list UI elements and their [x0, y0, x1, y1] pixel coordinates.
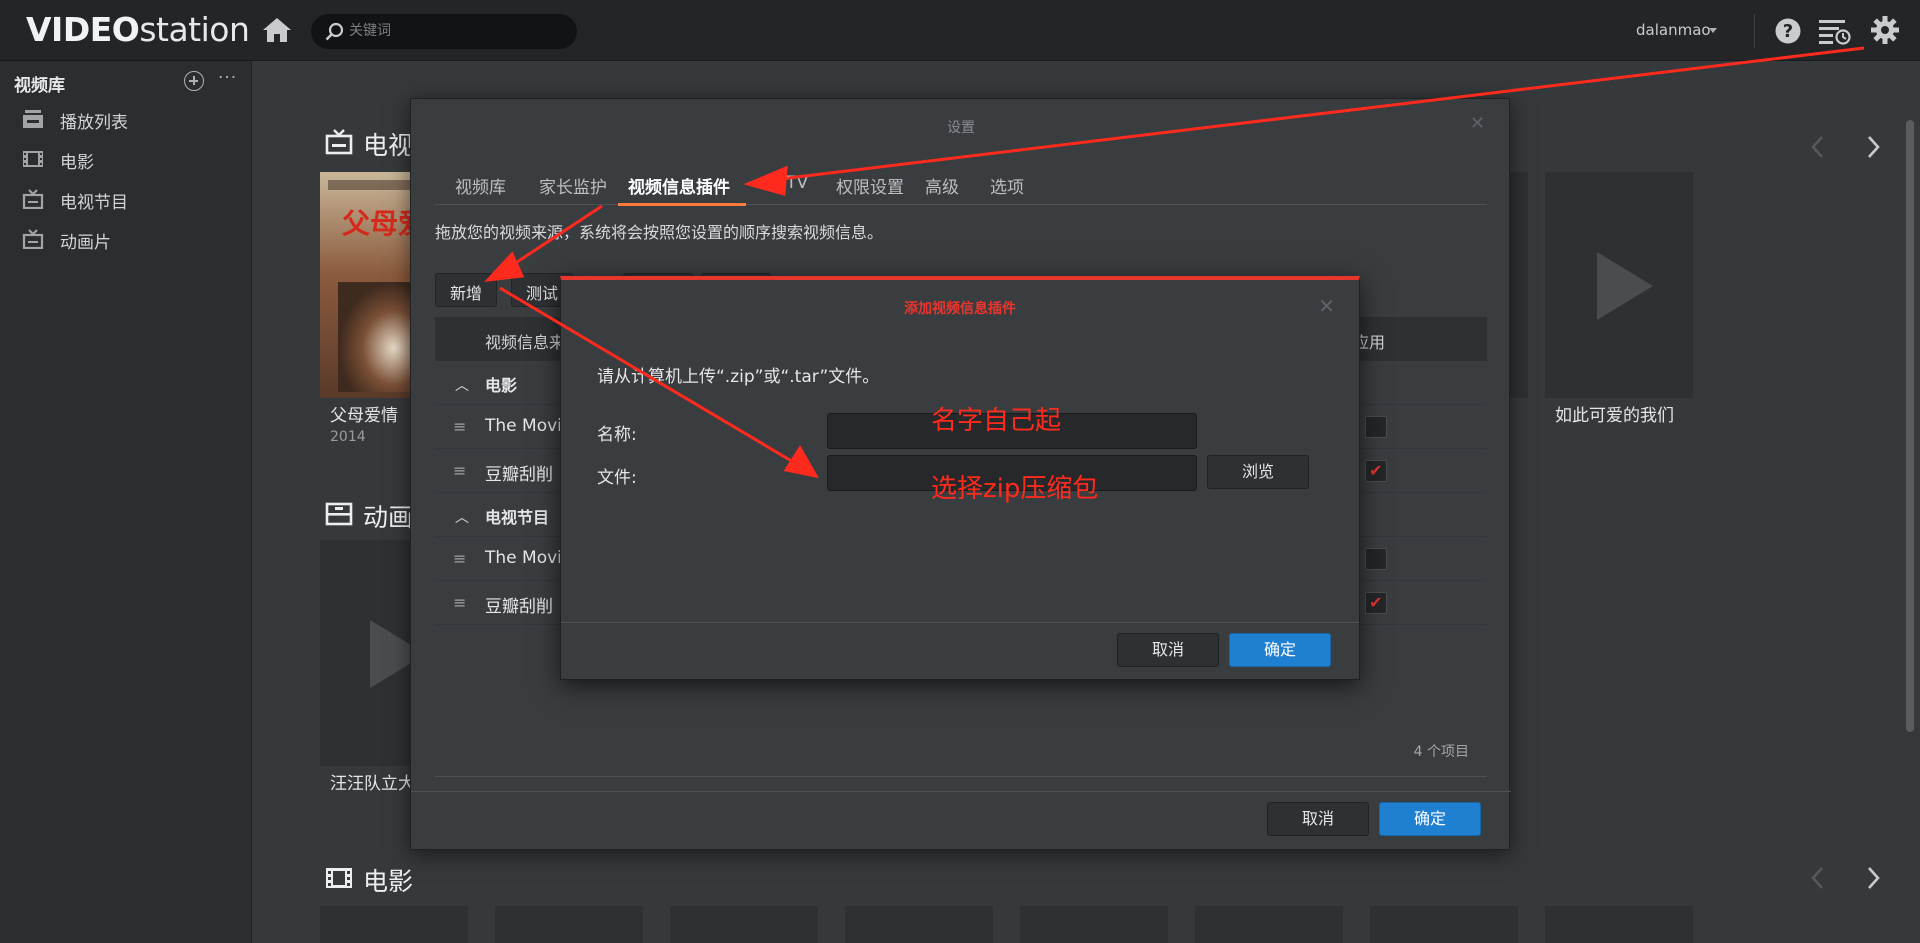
- annotation-file-hint: 选择zip压缩包: [931, 474, 1099, 504]
- user-menu[interactable]: dalanmao: [1636, 21, 1711, 39]
- apply-checkbox[interactable]: [1365, 548, 1387, 570]
- film-icon: [326, 868, 352, 888]
- poster-placeholder[interactable]: [1020, 906, 1168, 943]
- modal-footer: 取消 确定: [411, 791, 1511, 851]
- tv-icon: [22, 189, 44, 209]
- plugin-name: 豆瓣刮削: [485, 597, 553, 617]
- cancel-button[interactable]: 取消: [1267, 802, 1369, 836]
- check-icon: ✔: [1369, 593, 1383, 612]
- apply-checkbox[interactable]: [1365, 416, 1387, 438]
- sidebar-item-movies[interactable]: 电影: [0, 139, 252, 179]
- drag-handle-icon[interactable]: ≡: [453, 593, 466, 612]
- active-tab-indicator: [618, 203, 746, 206]
- chevron-left-icon[interactable]: [1808, 864, 1828, 892]
- drag-handle-icon[interactable]: ≡: [453, 549, 466, 568]
- gear-icon[interactable]: [1870, 15, 1900, 45]
- tab-metadata-plugins[interactable]: 视频信息插件: [628, 173, 730, 198]
- close-icon[interactable]: ✕: [1318, 294, 1335, 318]
- poster-placeholder[interactable]: [845, 906, 993, 943]
- sidebar-item-playlist[interactable]: 播放列表: [0, 99, 252, 139]
- tab-video-library[interactable]: 视频库: [455, 173, 506, 198]
- sidebar-item-label: 电视节目: [60, 193, 128, 213]
- browse-button[interactable]: 浏览: [1207, 455, 1309, 489]
- settings-tabs: 视频库 家长监护 视频信息插件 DTV 权限设置 高级 选项: [435, 165, 1487, 206]
- poster-placeholder[interactable]: [495, 906, 643, 943]
- drag-handle-icon[interactable]: ≡: [453, 417, 466, 436]
- plugin-name: 豆瓣刮削: [485, 465, 553, 485]
- file-label: 文件:: [597, 468, 637, 488]
- archive-icon: [325, 502, 353, 526]
- modal-description: 拖放您的视频来源，系统将会按照您设置的顺序搜索视频信息。: [435, 223, 884, 242]
- search-input[interactable]: [349, 20, 559, 42]
- group-label: 电视节目: [485, 508, 550, 527]
- item-count: 4 个项目: [1413, 744, 1469, 760]
- dialog-footer: 取消 确定: [561, 622, 1359, 680]
- chevron-down-icon[interactable]: [1709, 28, 1717, 33]
- top-bar: VIDEOstation dalanmao ?: [0, 0, 1920, 61]
- poster-placeholder[interactable]: [1545, 172, 1693, 398]
- play-icon: [1597, 252, 1653, 320]
- home-icon[interactable]: [262, 17, 292, 43]
- cancel-button[interactable]: 取消: [1117, 633, 1219, 667]
- sidebar-item-label: 动画片: [60, 233, 111, 253]
- search-icon: [325, 22, 344, 41]
- ok-button[interactable]: 确定: [1229, 633, 1331, 667]
- help-icon[interactable]: ?: [1774, 17, 1802, 45]
- section-title-tv: 电视: [363, 131, 414, 160]
- check-icon: ✔: [1369, 461, 1383, 480]
- search-box[interactable]: [311, 14, 577, 49]
- film-icon: [23, 151, 43, 167]
- svg-text:?: ?: [1783, 21, 1793, 42]
- card-title[interactable]: 汪汪队立大: [330, 769, 415, 794]
- sidebar-item-cartoons[interactable]: 动画片: [0, 219, 252, 259]
- poster-placeholder[interactable]: [1195, 906, 1343, 943]
- sidebar: 视频库 ··· 播放列表 电影 电视节目 动画片: [0, 61, 252, 943]
- more-icon[interactable]: ···: [218, 68, 237, 88]
- poster-placeholder[interactable]: [320, 906, 468, 943]
- dialog-title: 添加视频信息插件: [904, 301, 1016, 317]
- apply-checkbox[interactable]: ✔: [1365, 592, 1387, 614]
- chevron-up-icon[interactable]: ︿: [455, 507, 469, 527]
- task-queue-icon[interactable]: [1818, 17, 1852, 45]
- tab-advanced[interactable]: 高级: [925, 173, 959, 198]
- section-title-movies: 电影: [363, 867, 414, 896]
- ok-button[interactable]: 确定: [1379, 802, 1481, 836]
- card-title[interactable]: 如此可爱的我们: [1555, 401, 1674, 426]
- sidebar-title: 视频库: [14, 76, 65, 96]
- add-library-icon[interactable]: [184, 71, 204, 91]
- add-button[interactable]: 新增: [435, 273, 498, 307]
- tab-options[interactable]: 选项: [990, 173, 1024, 198]
- poster-placeholder[interactable]: [1545, 906, 1693, 943]
- sidebar-item-label: 播放列表: [60, 113, 128, 133]
- scrollbar[interactable]: [1906, 120, 1914, 732]
- tv-icon: [22, 229, 44, 249]
- tab-parental-control[interactable]: 家长监护: [539, 173, 607, 198]
- chevron-right-icon[interactable]: [1863, 864, 1883, 892]
- annotation-name-hint: 名字自己起: [931, 406, 1062, 436]
- videostation-logo[interactable]: VIDEOstation: [26, 10, 250, 49]
- divider: [1754, 14, 1755, 48]
- card-title[interactable]: 父母爱情: [330, 401, 398, 426]
- poster-placeholder[interactable]: [1370, 906, 1518, 943]
- group-label: 电影: [485, 376, 518, 395]
- close-icon[interactable]: ✕: [1470, 113, 1485, 134]
- tab-privileges[interactable]: 权限设置: [836, 173, 904, 198]
- card-year: 2014: [330, 429, 366, 445]
- chevron-up-icon[interactable]: ︿: [455, 375, 469, 395]
- playlist-icon: [23, 110, 43, 128]
- section-title-cartoons: 动画: [363, 503, 414, 532]
- apply-checkbox[interactable]: ✔: [1365, 460, 1387, 482]
- chevron-right-icon[interactable]: [1863, 133, 1883, 161]
- tv-icon: [325, 129, 353, 155]
- sidebar-item-tv-shows[interactable]: 电视节目: [0, 179, 252, 219]
- chevron-left-icon[interactable]: [1808, 133, 1828, 161]
- drag-handle-icon[interactable]: ≡: [453, 461, 466, 480]
- tab-dtv[interactable]: DTV: [773, 173, 808, 193]
- modal-title: 设置: [947, 120, 975, 136]
- sidebar-item-label: 电影: [60, 153, 94, 173]
- poster-placeholder[interactable]: [670, 906, 818, 943]
- column-header-name[interactable]: 视频信息来: [485, 329, 565, 353]
- dialog-description: 请从计算机上传“.zip”或“.tar”文件。: [597, 367, 880, 387]
- name-label: 名称:: [597, 425, 637, 445]
